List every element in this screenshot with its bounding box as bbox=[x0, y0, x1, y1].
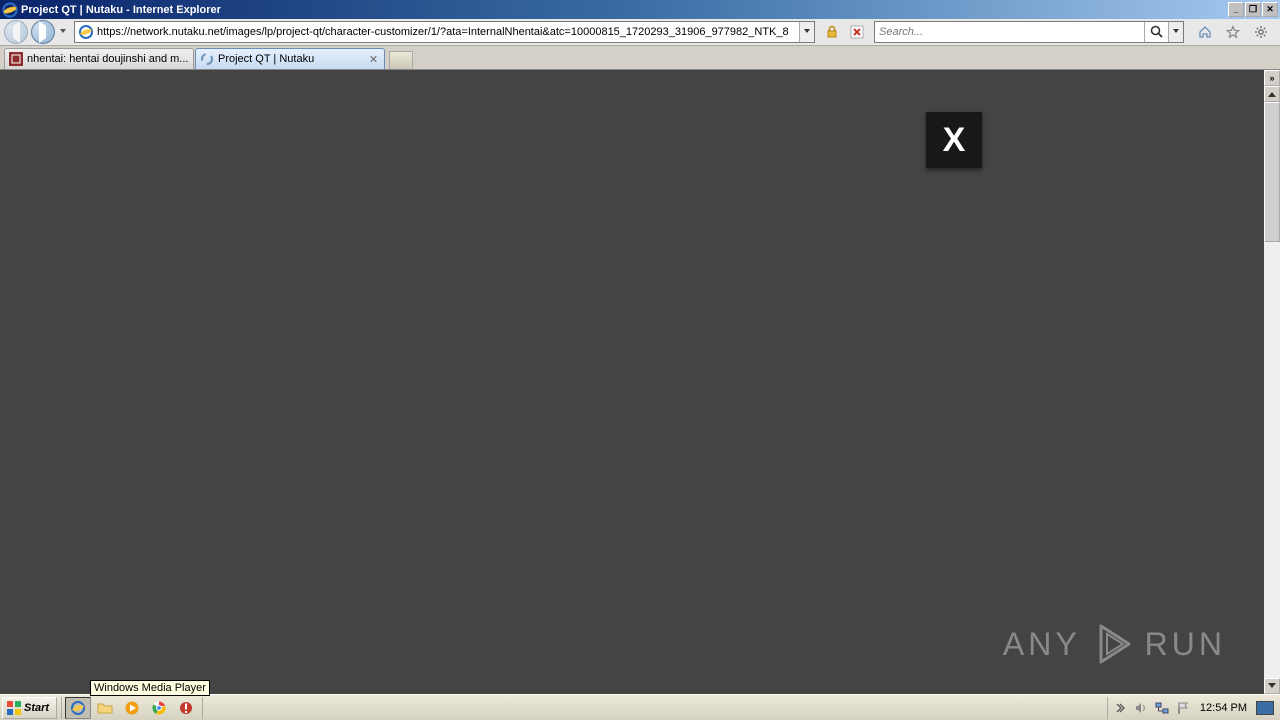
site-favicon-icon bbox=[78, 24, 94, 40]
refresh-stop-button[interactable] bbox=[846, 21, 868, 43]
tools-button[interactable] bbox=[1250, 21, 1272, 43]
network-icon[interactable] bbox=[1154, 700, 1170, 716]
search-provider-dropdown[interactable] bbox=[1168, 22, 1183, 42]
new-tab-button[interactable] bbox=[389, 51, 413, 69]
lock-icon[interactable] bbox=[821, 21, 843, 43]
tab-title: nhentai: hentai doujinshi and m... bbox=[27, 53, 189, 65]
search-box[interactable] bbox=[874, 21, 1184, 43]
ad-close-overlay[interactable]: X bbox=[926, 112, 982, 168]
play-triangle-icon bbox=[1089, 620, 1137, 668]
ie-icon bbox=[2, 2, 18, 18]
tab-bar: nhentai: hentai doujinshi and m... Proje… bbox=[0, 46, 1280, 70]
tray-clock[interactable]: 12:54 PM bbox=[1196, 702, 1251, 714]
browser-viewport: X ANY RUN » bbox=[0, 70, 1280, 694]
taskbar: Start 12:54 PM bbox=[0, 694, 1280, 720]
window-titlebar: Project QT | Nutaku - Internet Explorer … bbox=[0, 0, 1280, 19]
tab-active[interactable]: Project QT | Nutaku ✕ bbox=[195, 48, 385, 69]
quicklaunch-chrome[interactable] bbox=[146, 697, 172, 719]
watermark-text-right: RUN bbox=[1145, 626, 1226, 663]
vertical-scrollbar[interactable]: » bbox=[1264, 70, 1280, 694]
tab-title: Project QT | Nutaku bbox=[218, 53, 363, 65]
address-text[interactable]: https://network.nutaku.net/images/lp/pro… bbox=[97, 26, 799, 38]
search-input[interactable] bbox=[875, 26, 1144, 38]
window-title: Project QT | Nutaku - Internet Explorer bbox=[21, 4, 1228, 16]
tab-favicon-icon bbox=[9, 52, 23, 66]
quicklaunch-shield[interactable] bbox=[173, 697, 199, 719]
maximize-button[interactable]: ❐ bbox=[1245, 2, 1261, 17]
watermark-text-left: ANY bbox=[1003, 626, 1081, 663]
address-dropdown[interactable] bbox=[799, 22, 814, 42]
browser-toolbar: https://network.nutaku.net/images/lp/pro… bbox=[0, 19, 1280, 46]
scroll-up-button[interactable] bbox=[1264, 86, 1280, 102]
quicklaunch-wmp[interactable] bbox=[119, 697, 145, 719]
scroll-thumb[interactable] bbox=[1264, 102, 1280, 242]
taskbar-tooltip: Windows Media Player bbox=[90, 680, 210, 696]
start-button[interactable]: Start bbox=[2, 697, 57, 719]
forward-arrow-icon bbox=[35, 26, 51, 38]
flag-icon[interactable] bbox=[1175, 700, 1191, 716]
windows-logo-icon bbox=[6, 700, 22, 716]
quicklaunch-explorer[interactable] bbox=[92, 697, 118, 719]
tab-background[interactable]: nhentai: hentai doujinshi and m... bbox=[4, 48, 194, 69]
forward-button[interactable] bbox=[31, 20, 55, 44]
volume-icon[interactable] bbox=[1133, 700, 1149, 716]
favorites-button[interactable] bbox=[1222, 21, 1244, 43]
tray-expand-icon[interactable] bbox=[1112, 700, 1128, 716]
tab-close-button[interactable]: ✕ bbox=[367, 53, 380, 66]
recent-pages-dropdown[interactable] bbox=[58, 29, 68, 36]
tooltip-text: Windows Media Player bbox=[94, 682, 206, 694]
ad-close-label: X bbox=[943, 121, 966, 160]
page-content: X ANY RUN bbox=[0, 70, 1264, 694]
scroll-chevrons-icon[interactable]: » bbox=[1264, 70, 1280, 86]
quicklaunch-ie[interactable] bbox=[65, 697, 91, 719]
scroll-down-button[interactable] bbox=[1264, 678, 1280, 694]
search-button[interactable] bbox=[1144, 22, 1168, 42]
anyrun-watermark: ANY RUN bbox=[1003, 620, 1226, 668]
scroll-track[interactable] bbox=[1264, 102, 1280, 678]
minimize-button[interactable]: _ bbox=[1228, 2, 1244, 17]
quick-launch-bar bbox=[61, 697, 203, 719]
close-button[interactable]: ✕ bbox=[1262, 2, 1278, 17]
start-label: Start bbox=[24, 702, 49, 714]
back-arrow-icon bbox=[8, 26, 24, 38]
tab-loading-icon bbox=[200, 52, 214, 66]
show-desktop-button[interactable] bbox=[1256, 701, 1274, 715]
system-tray: 12:54 PM bbox=[1107, 697, 1278, 719]
back-button[interactable] bbox=[4, 20, 28, 44]
address-bar[interactable]: https://network.nutaku.net/images/lp/pro… bbox=[74, 21, 815, 43]
home-button[interactable] bbox=[1194, 21, 1216, 43]
